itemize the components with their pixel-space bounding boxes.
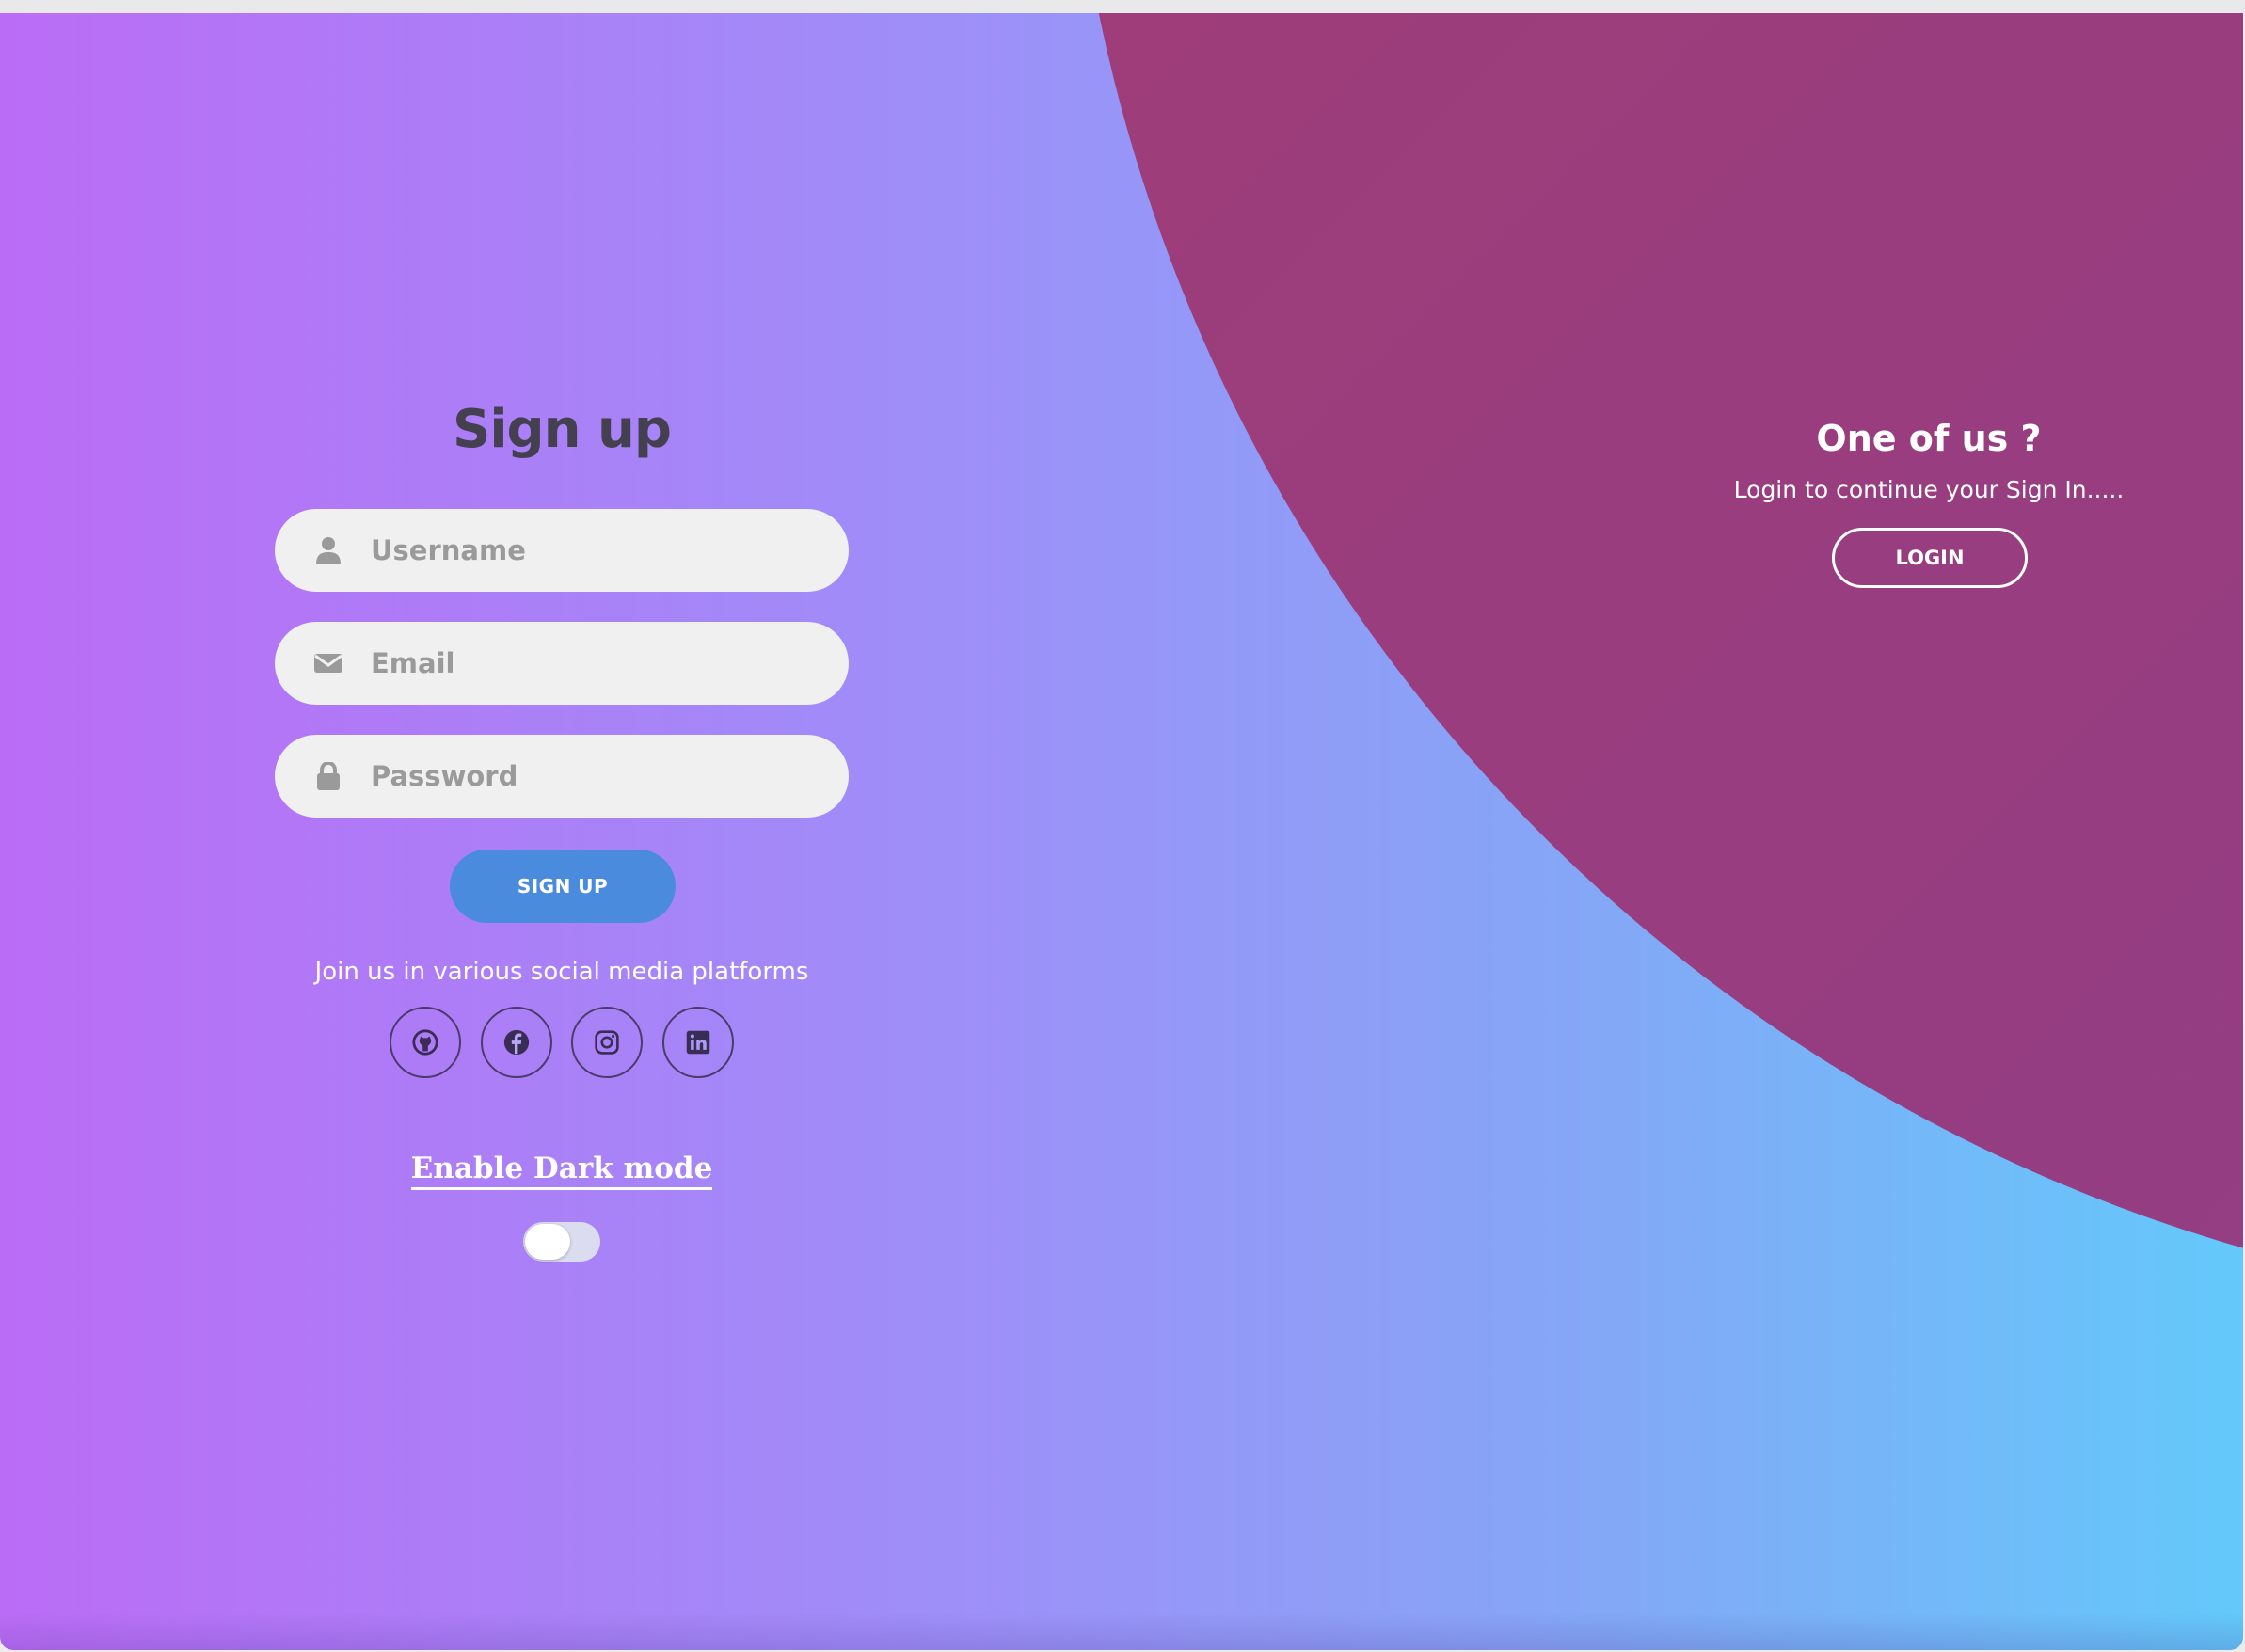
dark-mode-link[interactable]: Enable Dark mode bbox=[410, 1152, 713, 1190]
username-field[interactable] bbox=[275, 509, 849, 592]
social-text: Join us in various social media platform… bbox=[314, 958, 809, 986]
email-input[interactable] bbox=[369, 646, 815, 680]
facebook-icon[interactable] bbox=[480, 1007, 552, 1078]
social-links bbox=[390, 1007, 734, 1078]
envelope-icon bbox=[312, 647, 344, 679]
user-icon bbox=[312, 534, 344, 566]
lock-icon bbox=[312, 760, 344, 792]
dark-mode-toggle[interactable] bbox=[523, 1222, 600, 1262]
dark-mode-label[interactable]: Enable Dark mode bbox=[275, 1152, 849, 1190]
login-button[interactable]: LOGIN bbox=[1832, 528, 2028, 588]
instagram-icon[interactable] bbox=[571, 1007, 644, 1078]
signup-title: Sign up bbox=[453, 399, 672, 460]
username-input[interactable] bbox=[369, 533, 815, 567]
password-input[interactable] bbox=[369, 759, 815, 793]
toggle-knob bbox=[525, 1224, 570, 1260]
page-background: Sign up SIGN UP Join us in various socia… bbox=[0, 13, 2243, 1650]
linkedin-icon[interactable] bbox=[661, 1007, 734, 1078]
login-panel-shape bbox=[1065, 13, 2243, 1311]
login-title: One of us ? bbox=[1816, 418, 2042, 459]
browser-top-strip bbox=[0, 0, 2245, 13]
github-icon[interactable] bbox=[390, 1007, 461, 1078]
email-field[interactable] bbox=[275, 622, 849, 705]
signup-button[interactable]: SIGN UP bbox=[450, 850, 676, 923]
login-subtitle: Login to continue your Sign In..... bbox=[1733, 476, 2125, 503]
password-field[interactable] bbox=[275, 735, 849, 818]
